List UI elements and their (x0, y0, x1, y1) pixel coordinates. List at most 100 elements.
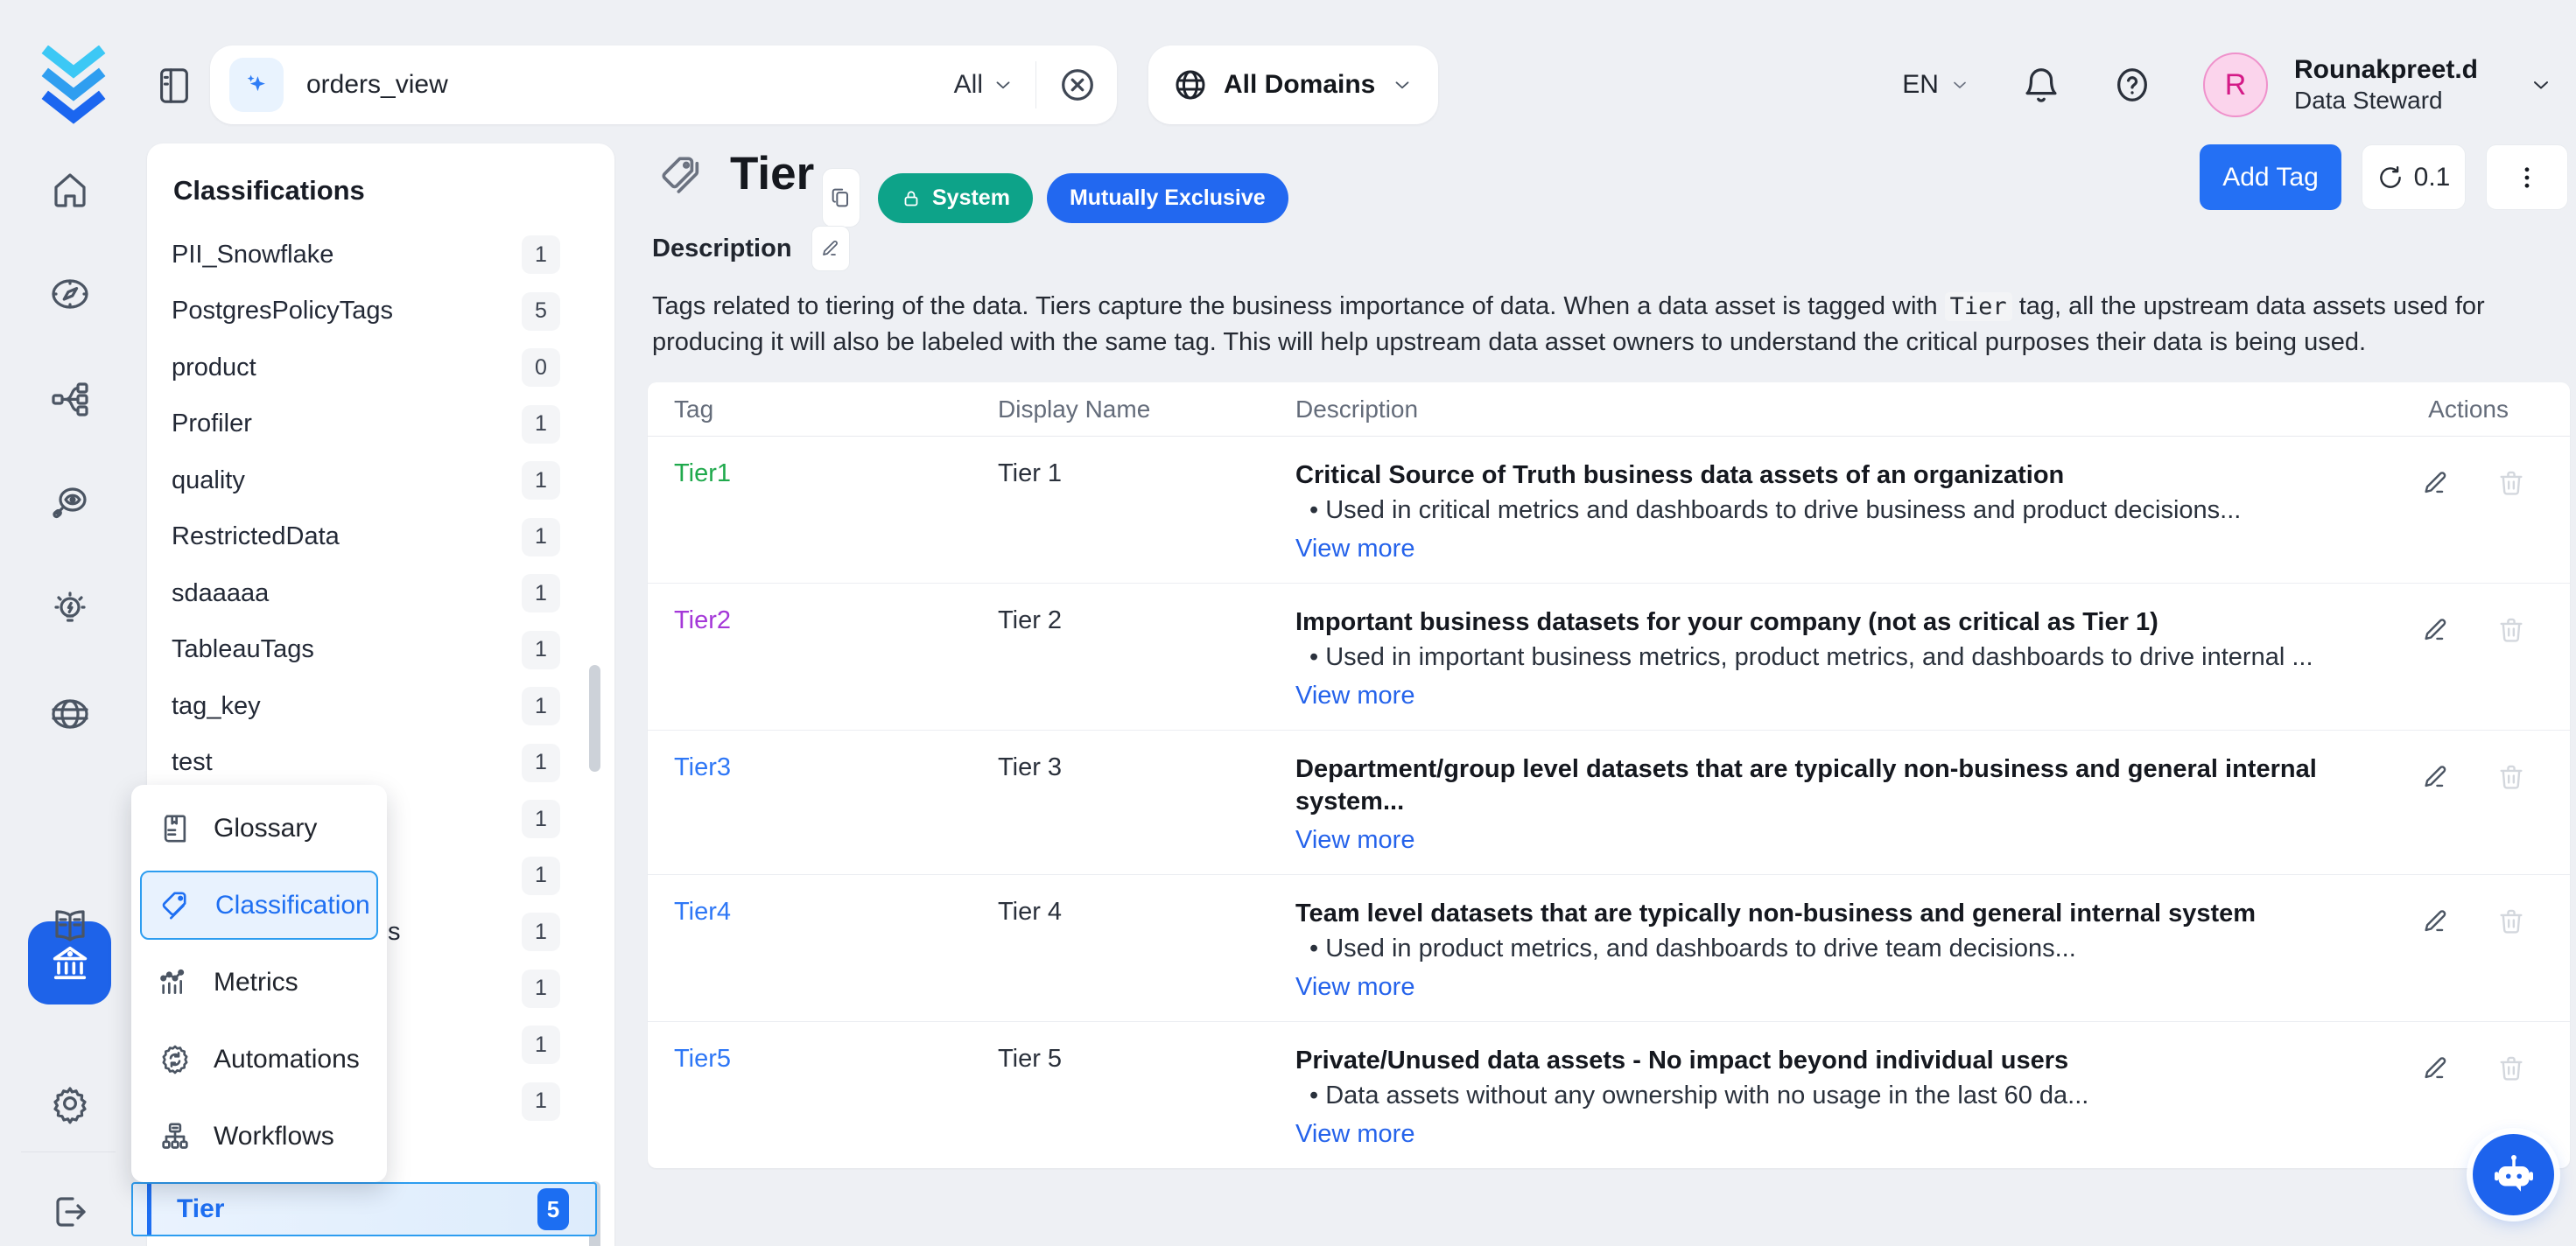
search-input[interactable]: orders_view (306, 70, 954, 100)
system-badge: System (878, 173, 1033, 223)
glossary-book-icon (158, 811, 193, 846)
chat-assistant-button[interactable] (2473, 1134, 2554, 1215)
copy-name-button[interactable] (822, 168, 860, 228)
count-badge: 1 (522, 1082, 560, 1121)
count-badge: 1 (522, 518, 560, 556)
tag-link[interactable]: Tier1 (674, 459, 731, 487)
user-role: Data Steward (2294, 86, 2478, 116)
atlan-logo-icon[interactable] (39, 46, 109, 126)
tag-link[interactable]: Tier5 (674, 1045, 731, 1073)
sidebar-item-lineage[interactable] (49, 378, 91, 420)
refresh-icon (2377, 164, 2404, 191)
tag-link[interactable]: Tier4 (674, 898, 731, 926)
avatar[interactable]: R (2203, 52, 2268, 117)
classification-list-item[interactable]: tag_key1 (147, 678, 614, 735)
classification-list-item[interactable]: test1 (147, 735, 614, 792)
search-scope-label: All (954, 70, 983, 100)
sidebar-item-profile-magnifier-eye[interactable] (49, 483, 91, 525)
search-scope-dropdown[interactable]: All (954, 70, 1014, 100)
count-badge-selected: 5 (537, 1188, 569, 1230)
selected-indicator-bar (147, 1184, 151, 1235)
version-button[interactable]: 0.1 (2362, 144, 2466, 210)
column-header-tag: Tag (648, 396, 998, 424)
classification-list-item[interactable]: PostgresPolicyTags5 (147, 284, 614, 340)
page-title: Tier (730, 147, 814, 200)
governance-popup-menu: Glossary Classification Metrics (131, 785, 387, 1182)
all-domains-dropdown[interactable]: All Domains (1148, 46, 1438, 124)
sidebar-item-home[interactable] (49, 169, 91, 211)
classification-tag-icon (159, 888, 194, 923)
sidebar-item-logout[interactable] (49, 1191, 91, 1233)
sidebar-item-discover-compass[interactable] (49, 273, 91, 315)
user-menu-chevron-icon[interactable] (2529, 73, 2553, 97)
view-more-link[interactable]: View more (1295, 535, 1414, 564)
sidebar-toggle-icon[interactable] (154, 63, 194, 108)
table-row: Tier1 Tier 1 Critical Source of Truth bu… (648, 437, 2570, 584)
search-divider (1035, 61, 1036, 108)
column-header-actions: Actions (2377, 396, 2570, 424)
delete-tag-icon (2496, 468, 2526, 498)
classification-list-item[interactable]: RestrictedData1 (147, 509, 614, 566)
classification-list-item[interactable]: TableauTags1 (147, 622, 614, 679)
app-root: orders_view All All Domains EN (0, 0, 2576, 1246)
count-badge: 1 (522, 405, 560, 444)
sidebar-item-globe[interactable] (49, 693, 91, 735)
table-row: Tier2 Tier 2 Important business datasets… (648, 584, 2570, 731)
classification-list-item[interactable]: product0 (147, 340, 614, 396)
table-row: Tier5 Tier 5 Private/Unused data assets … (648, 1022, 2570, 1168)
menu-item-glossary[interactable]: Glossary (140, 794, 378, 863)
column-header-description: Description (1295, 396, 2377, 424)
classification-list-item[interactable]: Profiler1 (147, 396, 614, 453)
edit-tag-icon[interactable] (2421, 762, 2451, 792)
description-header: Description (652, 226, 850, 271)
menu-item-workflows[interactable]: Workflows (140, 1102, 378, 1171)
classification-list-item[interactable]: quality1 (147, 452, 614, 509)
count-badge: 1 (522, 574, 560, 612)
clear-search-icon[interactable] (1057, 65, 1098, 105)
user-menu[interactable]: R Rounakpreet.d Data Steward (2203, 52, 2478, 117)
menu-item-automations[interactable]: Automations (140, 1025, 378, 1094)
tags-table: Tag Display Name Description Actions Tie… (648, 382, 2570, 1168)
view-more-link[interactable]: View more (1295, 973, 1414, 1002)
pencil-icon (820, 238, 841, 259)
edit-description-button[interactable] (811, 226, 850, 271)
add-tag-button[interactable]: Add Tag (2200, 144, 2341, 210)
menu-item-metrics[interactable]: Metrics (140, 948, 378, 1017)
column-header-display-name: Display Name (998, 396, 1295, 424)
edit-tag-icon[interactable] (2421, 468, 2451, 498)
tag-link[interactable]: Tier3 (674, 753, 731, 781)
count-badge: 1 (522, 631, 560, 669)
workflows-icon (158, 1119, 193, 1154)
edit-tag-icon[interactable] (2421, 615, 2451, 645)
edit-tag-icon[interactable] (2421, 906, 2451, 936)
edit-tag-icon[interactable] (2421, 1054, 2451, 1083)
description-label: Description (652, 234, 792, 263)
copy-icon (829, 186, 853, 210)
classification-item-tier-selected[interactable]: Tier 5 (131, 1182, 597, 1236)
classification-list-item[interactable]: PII_Snowflake1 (147, 227, 614, 284)
automations-icon (158, 1042, 193, 1077)
classification-list-item[interactable]: sdaaaaa1 (147, 565, 614, 622)
view-more-link[interactable]: View more (1295, 682, 1414, 710)
panel-scrollbar-thumb[interactable] (589, 665, 600, 772)
view-more-link[interactable]: View more (1295, 826, 1414, 855)
menu-item-classification[interactable]: Classification (140, 871, 378, 940)
count-badge: 1 (522, 687, 560, 725)
help-question-icon[interactable] (2112, 65, 2152, 105)
count-badge: 1 (522, 857, 560, 895)
tag-link[interactable]: Tier2 (674, 606, 731, 634)
view-more-link[interactable]: View more (1295, 1120, 1414, 1149)
count-badge: 0 (522, 348, 560, 387)
classifications-title: Classifications (173, 175, 365, 206)
user-name: Rounakpreet.d (2294, 54, 2478, 86)
sidebar-item-settings[interactable] (49, 1082, 91, 1124)
global-search-bar[interactable]: orders_view All (210, 46, 1117, 124)
sidebar-item-docs-book[interactable] (49, 906, 91, 948)
count-badge: 1 (522, 970, 560, 1008)
notifications-bell-icon[interactable] (2021, 65, 2061, 105)
sidebar-item-insights-bulb[interactable] (49, 588, 91, 630)
more-options-button[interactable] (2486, 144, 2568, 210)
all-domains-label: All Domains (1224, 70, 1375, 100)
language-selector[interactable]: EN (1902, 70, 1970, 100)
ai-sparkle-icon[interactable] (229, 58, 284, 112)
